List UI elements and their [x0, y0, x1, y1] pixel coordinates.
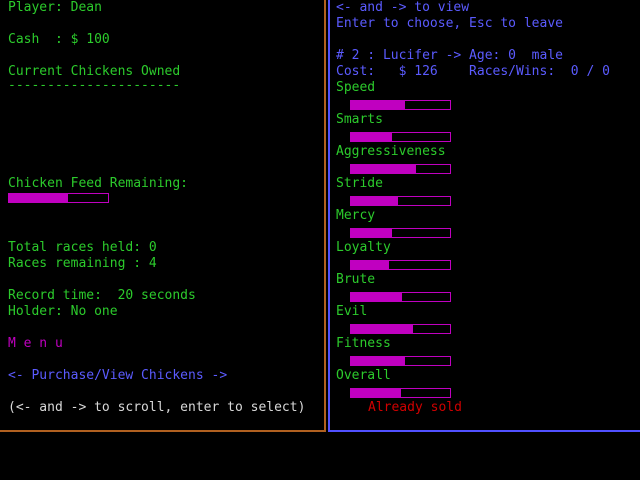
menu-title: M e n u	[8, 336, 63, 351]
stat-label-speed: Speed	[336, 80, 376, 95]
stat-bar-fill-speed	[351, 101, 406, 109]
stat-label-mercy: Mercy	[336, 208, 376, 223]
stat-label-overall: Overall	[336, 368, 391, 383]
choose-hint: Enter to choose, Esc to leave	[336, 16, 563, 31]
feed-remaining-fill	[9, 194, 69, 202]
stat-bar-fill-mercy	[351, 229, 392, 237]
stat-bar-brute	[350, 292, 451, 302]
stat-bar-fill-smarts	[351, 133, 392, 141]
view-nav-hint: <- and -> to view	[336, 0, 470, 15]
stat-bar-smarts	[350, 132, 451, 142]
stat-label-brute: Brute	[336, 272, 376, 287]
stat-bar-fill-fitness	[351, 357, 406, 365]
stat-bar-fitness	[350, 356, 451, 366]
stat-bar-stride	[350, 196, 451, 206]
stat-label-loyalty: Loyalty	[336, 240, 391, 255]
stat-bar-fill-brute	[351, 293, 403, 301]
stat-bar-speed	[350, 100, 451, 110]
record-holder: Holder: No one	[8, 304, 118, 319]
scroll-help-text: (<- and -> to scroll, enter to select)	[8, 400, 306, 415]
stat-bar-mercy	[350, 228, 451, 238]
stat-bar-fill-evil	[351, 325, 414, 333]
chicken-cost-record: Cost: $ 126 Races/Wins: 0 / 0	[336, 64, 610, 79]
feed-remaining-bar	[8, 193, 109, 203]
menu-item-purchase-view-chickens[interactable]: <- Purchase/View Chickens ->	[8, 368, 227, 384]
stat-label-stride: Stride	[336, 176, 383, 191]
player-name: Player: Dean	[8, 0, 102, 15]
sold-status: Already sold	[368, 400, 462, 415]
races-remaining: Races remaining : 4	[8, 256, 157, 271]
stat-bar-overall	[350, 388, 451, 398]
stat-label-smarts: Smarts	[336, 112, 383, 127]
chickens-owned-divider: ----------------------	[8, 78, 181, 93]
stat-bar-evil	[350, 324, 451, 334]
stat-bar-fill-overall	[351, 389, 402, 397]
stat-bar-aggressiveness	[350, 164, 451, 174]
stat-label-aggressiveness: Aggressiveness	[336, 144, 446, 159]
stat-label-evil: Evil	[336, 304, 368, 319]
record-time: Record time: 20 seconds	[8, 288, 196, 303]
stat-bar-loyalty	[350, 260, 451, 270]
chicken-header: # 2 : Lucifer -> Age: 0 male	[336, 48, 563, 63]
stat-label-fitness: Fitness	[336, 336, 391, 351]
total-races: Total races held: 0	[8, 240, 157, 255]
stat-bar-fill-loyalty	[351, 261, 389, 269]
cash-amount: Cash : $ 100	[8, 32, 110, 47]
stat-bar-fill-stride	[351, 197, 398, 205]
stat-bar-fill-aggressiveness	[351, 165, 417, 173]
feed-remaining-label: Chicken Feed Remaining:	[8, 176, 189, 191]
